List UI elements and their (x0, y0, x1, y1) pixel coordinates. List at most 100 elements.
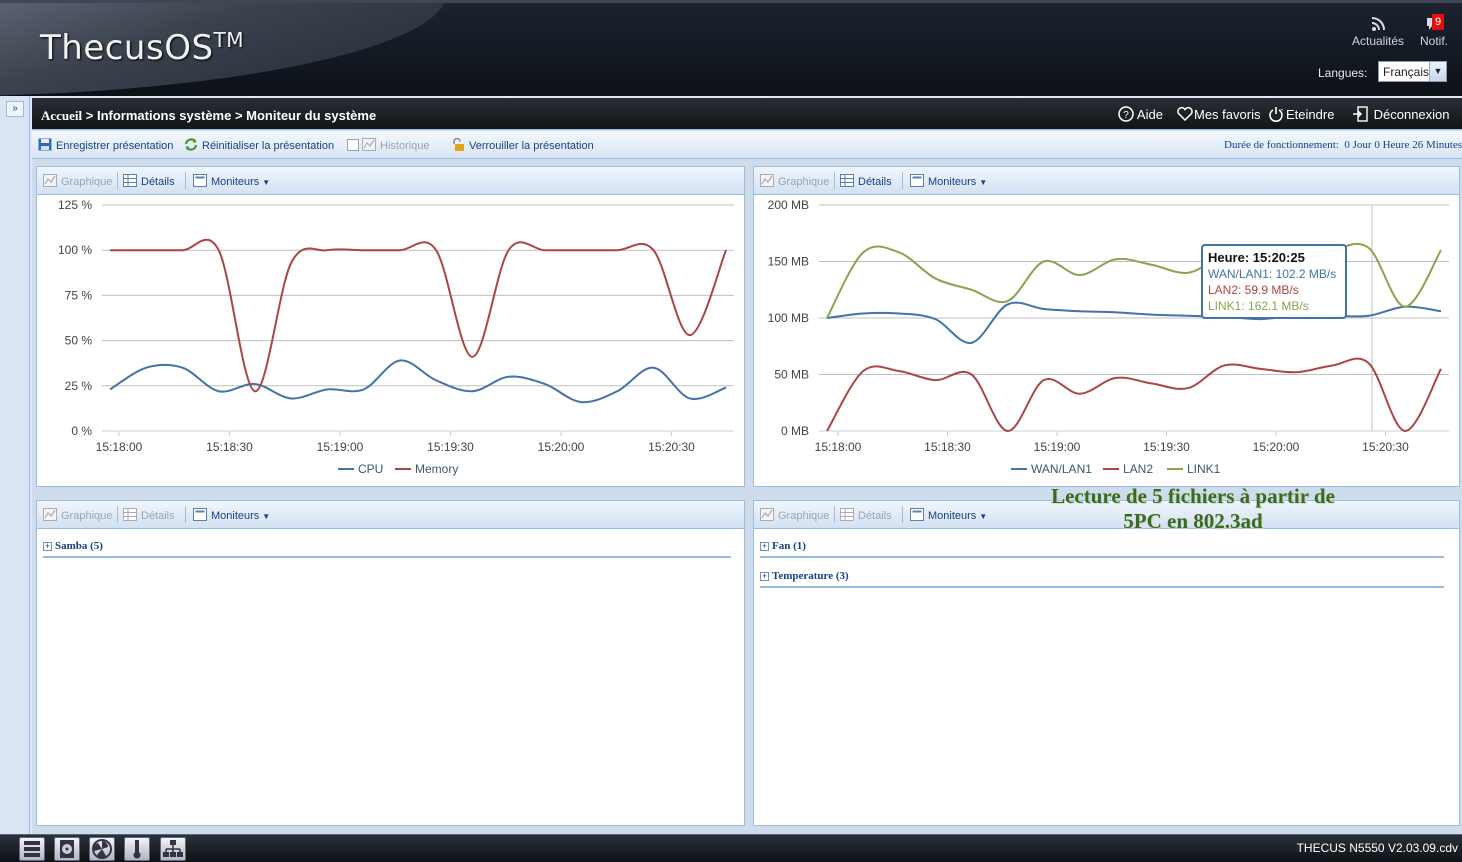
legend-label: WAN/LAN1 (1031, 462, 1092, 476)
history-checkbox[interactable] (347, 139, 359, 151)
series-line (826, 242, 1442, 319)
tooltip-wan: WAN/LAN1: 102.2 MB/s (1208, 267, 1337, 281)
hardware-portlet: Graphique Détails Moniteurs ▼ + Fan (1) + T… (753, 500, 1460, 826)
y-tick-label: 50 % (65, 334, 93, 348)
legend-label: LAN2 (1123, 462, 1153, 476)
svg-text:?: ? (1123, 110, 1129, 121)
expand-plus-icon[interactable]: + (43, 542, 52, 551)
toolbar-separator (902, 506, 903, 523)
uptime-value: 0 Jour 0 Heure 26 Minutes (1344, 139, 1462, 151)
chevron-down-icon: ▼ (262, 178, 271, 187)
details-button[interactable]: Détails (123, 508, 175, 522)
monitors-menu[interactable]: Moniteurs ▼ (193, 174, 270, 188)
breadcrumb: Accueil > Informations système > Moniteu… (41, 108, 376, 124)
details-button[interactable]: Détails (123, 174, 175, 188)
tooltip-lan2: LAN2: 59.9 MB/s (1208, 283, 1299, 297)
x-tick-label: 15:18:30 (206, 440, 253, 454)
graph-button[interactable]: Graphique (43, 174, 112, 188)
y-tick-label: 75 % (65, 288, 93, 302)
y-tick-label: 100 MB (768, 311, 809, 325)
portlet-body: + Samba (5) (37, 530, 744, 825)
series-line (826, 301, 1442, 344)
reset-layout-button[interactable]: Réinitialiser la présentation (184, 138, 334, 152)
graph-button[interactable]: Graphique (43, 508, 112, 522)
help-button[interactable]: ? Aide (1118, 106, 1163, 122)
disk-icon[interactable] (54, 837, 80, 861)
x-tick-label: 15:20:00 (1253, 440, 1300, 454)
details-button[interactable]: Détails (840, 508, 892, 522)
history-button[interactable]: Historique (347, 138, 430, 152)
favorites-button[interactable]: Mes favoris (1176, 106, 1260, 122)
save-layout-button[interactable]: Enregistrer présentation (38, 138, 173, 152)
notification-count-badge: 9 (1432, 14, 1445, 30)
y-tick-label: 0 MB (781, 424, 809, 438)
expand-sidebar-icon[interactable]: » (6, 101, 24, 117)
monitors-menu[interactable]: Moniteurs ▼ (910, 174, 987, 188)
fan-icon[interactable] (89, 837, 115, 861)
y-tick-label: 0 % (71, 424, 92, 438)
samba-group-header[interactable]: + Samba (5) (43, 540, 731, 558)
caption-line-2: 5PC en 802.3ad (1123, 509, 1263, 533)
monitors-menu[interactable]: Moniteurs ▼ (193, 508, 270, 522)
chart-icon (362, 138, 376, 151)
notifications-label: Notif. (1419, 34, 1448, 48)
thermometer-icon[interactable] (124, 837, 150, 861)
chart-tooltip: Heure: 15:20:25 WAN/LAN1: 102.2 MB/s LAN… (1201, 244, 1347, 319)
chart-icon (43, 174, 57, 187)
y-tick-label: 50 MB (774, 368, 809, 382)
news-button[interactable]: Actualités (1350, 16, 1406, 48)
x-tick-label: 15:20:30 (1362, 440, 1409, 454)
fan-group-header[interactable]: + Fan (1) (760, 540, 1444, 558)
expand-plus-icon[interactable]: + (760, 572, 769, 581)
thecus-logo: ThecusOSTM (40, 28, 245, 68)
x-tick-label: 15:18:30 (924, 440, 971, 454)
y-tick-label: 125 % (58, 198, 92, 212)
chevron-down-icon[interactable]: ▼ (1429, 62, 1446, 81)
network-icon[interactable] (160, 837, 186, 861)
chevron-down-icon: ▼ (262, 512, 271, 521)
table-icon (840, 508, 854, 521)
graph-button[interactable]: Graphique (760, 508, 829, 522)
toolbar-separator (834, 172, 835, 189)
language-select[interactable]: Français ▼ (1378, 61, 1447, 82)
portlet-toolbar: Graphique Détails Moniteurs ▼ (754, 167, 1459, 195)
series-line (826, 357, 1442, 432)
chevron-down-icon: ▼ (979, 178, 988, 187)
chart-icon (760, 508, 774, 521)
y-tick-label: 200 MB (768, 198, 809, 212)
monitors-menu[interactable]: Moniteurs ▼ (910, 508, 987, 522)
logout-button[interactable]: Déconnexion (1352, 106, 1450, 122)
logout-icon (1353, 106, 1368, 122)
firmware-version: THECUS N5550 V2.03.09.cdv (1296, 841, 1458, 855)
news-label: Actualités (1351, 34, 1405, 48)
monitor-icon (910, 174, 924, 187)
overlay-caption: Lecture de 5 fichiers à partir de 5PC en… (1000, 484, 1386, 534)
temperature-group-header[interactable]: + Temperature (3) (760, 570, 1444, 588)
x-tick-label: 15:19:30 (427, 440, 474, 454)
toolbar-separator (185, 172, 186, 189)
heart-icon (1177, 106, 1193, 122)
server-icon[interactable] (19, 837, 45, 861)
samba-portlet: Graphique Détails Moniteurs ▼ + Samba (5) (36, 500, 745, 826)
details-button[interactable]: Détails (840, 174, 892, 188)
lock-icon (453, 138, 464, 151)
cpu-memory-chart: 0 % 25 % 50 % 75 % 100 % 125 % 15:18:00 15:18:3… (58, 198, 734, 476)
table-icon (123, 508, 137, 521)
shutdown-button[interactable]: Eteindre (1268, 106, 1334, 122)
panel-titlebar: Accueil > Informations système > Moniteu… (32, 98, 1462, 130)
y-tick-label: 100 % (58, 243, 92, 257)
uptime-label: Durée de fonctionnement: (1224, 139, 1339, 151)
legend-label: Memory (415, 462, 458, 476)
app-header: ThecusOSTM Actualités Notif. 9 Langues: … (0, 0, 1462, 96)
lock-layout-button[interactable]: Verrouiller la présentation (451, 138, 594, 152)
expand-plus-icon[interactable]: + (760, 542, 769, 551)
portlet-body: + Fan (1) + Temperature (3) (754, 530, 1459, 825)
x-tick-label: 15:18:00 (96, 440, 143, 454)
floppy-disk-icon (38, 138, 52, 151)
breadcrumb-path: > Informations système > Moniteur du sys… (82, 108, 377, 123)
legend-label: LINK1 (1187, 462, 1221, 476)
breadcrumb-home-link[interactable]: Accueil (41, 108, 82, 123)
graph-button[interactable]: Graphique (760, 174, 829, 188)
caption-line-1: Lecture de 5 fichiers à partir de (1051, 484, 1335, 508)
legend-label: CPU (358, 462, 383, 476)
